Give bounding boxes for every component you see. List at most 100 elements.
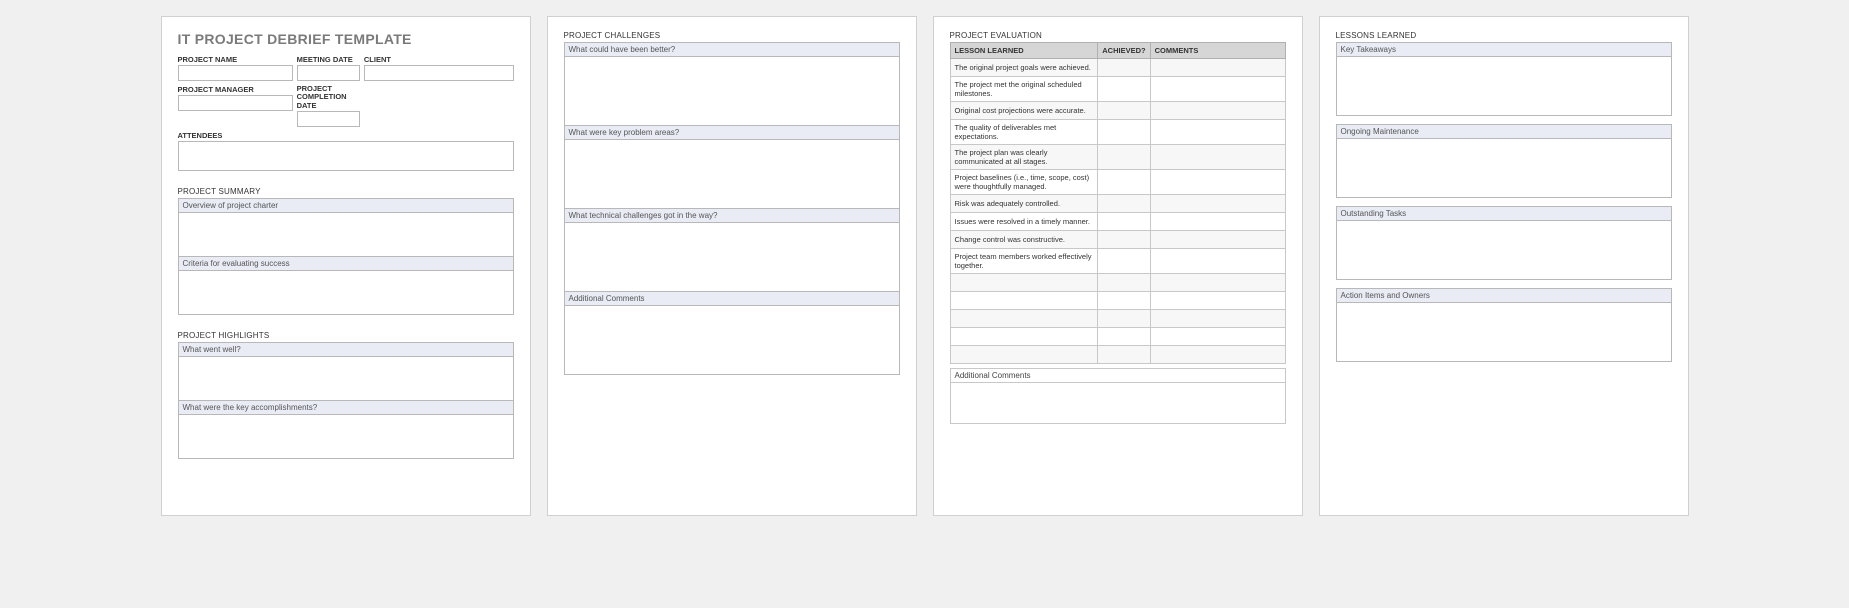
cell-comments[interactable] <box>1150 145 1285 170</box>
table-row: Project baselines (i.e., time, scope, co… <box>950 170 1285 195</box>
col-achieved: ACHIEVED? <box>1098 43 1150 59</box>
table-row <box>950 328 1285 346</box>
input-key-takeaways[interactable] <box>1336 56 1672 116</box>
page-1: IT PROJECT DEBRIEF TEMPLATE PROJECT NAME… <box>161 16 531 516</box>
input-outstanding-tasks[interactable] <box>1336 220 1672 280</box>
input-client[interactable] <box>364 65 514 81</box>
table-row <box>950 346 1285 364</box>
input-project-name[interactable] <box>178 65 293 81</box>
input-q4[interactable] <box>564 305 900 375</box>
table-row <box>950 274 1285 292</box>
table-row: Project team members worked effectively … <box>950 249 1285 274</box>
cell-lesson: The project plan was clearly communicate… <box>950 145 1098 170</box>
cell-achieved[interactable] <box>1098 274 1150 292</box>
input-went-well[interactable] <box>178 356 514 401</box>
cell-lesson <box>950 310 1098 328</box>
input-completion-date[interactable] <box>297 111 360 127</box>
page-3: PROJECT EVALUATION LESSON LEARNED ACHIEV… <box>933 16 1303 516</box>
subhead-went-well: What went well? <box>178 342 514 356</box>
subhead-ongoing-maintenance: Ongoing Maintenance <box>1336 124 1672 138</box>
document-title: IT PROJECT DEBRIEF TEMPLATE <box>178 31 514 47</box>
input-overview[interactable] <box>178 212 514 257</box>
input-meeting-date[interactable] <box>297 65 360 81</box>
input-additional-comments[interactable] <box>950 382 1286 424</box>
input-action-items[interactable] <box>1336 302 1672 362</box>
cell-achieved[interactable] <box>1098 145 1150 170</box>
page-2: PROJECT CHALLENGES What could have been … <box>547 16 917 516</box>
input-accomplishments[interactable] <box>178 414 514 459</box>
cell-comments[interactable] <box>1150 231 1285 249</box>
input-attendees[interactable] <box>178 141 514 171</box>
cell-achieved[interactable] <box>1098 292 1150 310</box>
cell-comments[interactable] <box>1150 170 1285 195</box>
cell-lesson <box>950 328 1098 346</box>
cell-lesson: Original cost projections were accurate. <box>950 102 1098 120</box>
cell-achieved[interactable] <box>1098 77 1150 102</box>
subhead-action-items: Action Items and Owners <box>1336 288 1672 302</box>
cell-comments[interactable] <box>1150 213 1285 231</box>
cell-achieved[interactable] <box>1098 102 1150 120</box>
cell-lesson: Issues were resolved in a timely manner. <box>950 213 1098 231</box>
cell-comments[interactable] <box>1150 292 1285 310</box>
subhead-additional-comments: Additional Comments <box>950 368 1286 382</box>
input-q1[interactable] <box>564 56 900 126</box>
subhead-accomplishments: What were the key accomplishments? <box>178 401 514 414</box>
table-row: The original project goals were achieved… <box>950 59 1285 77</box>
cell-comments[interactable] <box>1150 249 1285 274</box>
cell-lesson: Change control was constructive. <box>950 231 1098 249</box>
input-ongoing-maintenance[interactable] <box>1336 138 1672 198</box>
input-project-manager[interactable] <box>178 95 293 111</box>
cell-comments[interactable] <box>1150 77 1285 102</box>
table-row: The quality of deliverables met expectat… <box>950 120 1285 145</box>
label-attendees: ATTENDEES <box>178 131 514 140</box>
cell-achieved[interactable] <box>1098 231 1150 249</box>
input-q2[interactable] <box>564 139 900 209</box>
cell-achieved[interactable] <box>1098 310 1150 328</box>
cell-achieved[interactable] <box>1098 120 1150 145</box>
cell-lesson <box>950 346 1098 364</box>
cell-achieved[interactable] <box>1098 249 1150 274</box>
cell-comments[interactable] <box>1150 274 1285 292</box>
subhead-key-takeaways: Key Takeaways <box>1336 42 1672 56</box>
cell-lesson: Risk was adequately controlled. <box>950 195 1098 213</box>
subhead-outstanding-tasks: Outstanding Tasks <box>1336 206 1672 220</box>
heading-project-evaluation: PROJECT EVALUATION <box>950 31 1286 40</box>
cell-achieved[interactable] <box>1098 213 1150 231</box>
cell-achieved[interactable] <box>1098 195 1150 213</box>
table-row: The project met the original scheduled m… <box>950 77 1285 102</box>
subhead-q3: What technical challenges got in the way… <box>564 209 900 222</box>
heading-project-highlights: PROJECT HIGHLIGHTS <box>178 331 514 340</box>
label-meeting-date: MEETING DATE <box>297 55 360 64</box>
cell-achieved[interactable] <box>1098 59 1150 77</box>
table-row: Issues were resolved in a timely manner. <box>950 213 1285 231</box>
table-row: Original cost projections were accurate. <box>950 102 1285 120</box>
cell-lesson: Project baselines (i.e., time, scope, co… <box>950 170 1098 195</box>
cell-achieved[interactable] <box>1098 170 1150 195</box>
label-client: CLIENT <box>364 55 514 64</box>
cell-comments[interactable] <box>1150 120 1285 145</box>
col-comments: COMMENTS <box>1150 43 1285 59</box>
cell-comments[interactable] <box>1150 195 1285 213</box>
cell-comments[interactable] <box>1150 328 1285 346</box>
cell-comments[interactable] <box>1150 102 1285 120</box>
cell-comments[interactable] <box>1150 346 1285 364</box>
table-row <box>950 292 1285 310</box>
subhead-q1: What could have been better? <box>564 42 900 56</box>
evaluation-table: LESSON LEARNED ACHIEVED? COMMENTS The or… <box>950 42 1286 364</box>
cell-achieved[interactable] <box>1098 346 1150 364</box>
page-4: LESSONS LEARNED Key Takeaways Ongoing Ma… <box>1319 16 1689 516</box>
subhead-q2: What were key problem areas? <box>564 126 900 139</box>
cell-comments[interactable] <box>1150 310 1285 328</box>
cell-lesson: Project team members worked effectively … <box>950 249 1098 274</box>
table-row: The project plan was clearly communicate… <box>950 145 1285 170</box>
cell-achieved[interactable] <box>1098 328 1150 346</box>
cell-lesson <box>950 274 1098 292</box>
input-q3[interactable] <box>564 222 900 292</box>
cell-comments[interactable] <box>1150 59 1285 77</box>
table-row: Change control was constructive. <box>950 231 1285 249</box>
label-project-name: PROJECT NAME <box>178 55 293 64</box>
heading-project-summary: PROJECT SUMMARY <box>178 187 514 196</box>
subhead-criteria: Criteria for evaluating success <box>178 257 514 270</box>
col-lesson: LESSON LEARNED <box>950 43 1098 59</box>
input-criteria[interactable] <box>178 270 514 315</box>
